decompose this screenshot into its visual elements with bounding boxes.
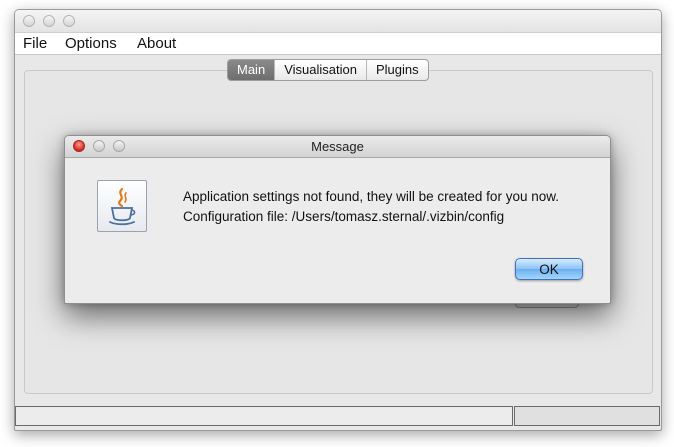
tab-main[interactable]: Main: [228, 60, 276, 80]
status-bar: [15, 406, 513, 426]
window-minimize-button[interactable]: [43, 15, 55, 27]
menu-file[interactable]: File: [23, 35, 47, 52]
dialog-message-line-2: Configuration file: /Users/tomasz.sterna…: [183, 209, 505, 224]
dialog-titlebar[interactable]: Message: [65, 136, 610, 158]
ok-button[interactable]: OK: [515, 258, 583, 280]
tab-plugins[interactable]: Plugins: [367, 60, 428, 80]
tab-visualisation[interactable]: Visualisation: [275, 60, 367, 80]
dialog-message-line-1: Application settings not found, they wil…: [183, 189, 559, 204]
window-close-button[interactable]: [23, 15, 35, 27]
dialog-title: Message: [311, 139, 364, 154]
menu-about[interactable]: About: [137, 35, 176, 52]
message-dialog: Message Application settings not found, …: [64, 135, 611, 304]
menu-bar: File Options About: [15, 33, 661, 55]
progress-bar: [514, 406, 660, 426]
menu-options[interactable]: Options: [65, 35, 117, 52]
window-zoom-button[interactable]: [63, 15, 75, 27]
main-window-titlebar[interactable]: [15, 10, 661, 33]
java-coffee-icon: [97, 180, 147, 232]
tab-bar: Main Visualisation Plugins: [227, 59, 429, 81]
